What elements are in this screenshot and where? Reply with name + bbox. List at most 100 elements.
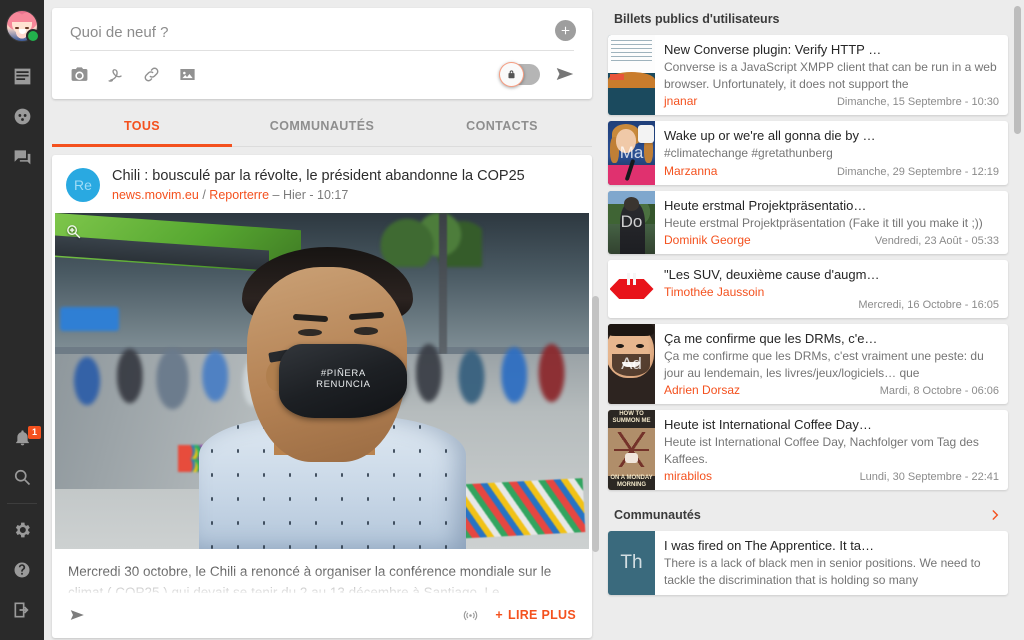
feed-tabs: TOUS COMMUNAUTÉS CONTACTS — [52, 107, 592, 147]
community-title[interactable]: I was fired on The Apprentice. It ta… — [664, 538, 999, 554]
add-attachment-button[interactable] — [555, 20, 576, 41]
sidebar-item-search[interactable] — [0, 457, 44, 497]
news-title[interactable]: Wake up or we're all gonna die by … — [664, 128, 999, 144]
post-meta: news.movim.eu / Reporterre – Hier - 10:1… — [112, 188, 525, 202]
news-author[interactable]: Adrien Dorsaz — [664, 383, 740, 397]
search-icon — [12, 467, 32, 487]
news-title[interactable]: New Converse plugin: Verify HTTP … — [664, 42, 999, 58]
chat-icon — [12, 146, 33, 167]
section-header-communities[interactable]: Communautés — [608, 496, 1008, 531]
news-snippet: Heute ist International Coffee Day, Nach… — [664, 434, 999, 467]
sidebar-item-news-feed[interactable] — [0, 56, 44, 96]
news-snippet: Ça me confirme que les DRMs, c'est vraim… — [664, 348, 999, 381]
news-title[interactable]: Heute ist International Coffee Day… — [664, 417, 999, 433]
section-header-public-posts: Billets publics d'utilisateurs — [608, 0, 1008, 35]
list-item[interactable]: Th I was fired on The Apprentice. It ta…… — [608, 531, 1008, 595]
section-title: Billets publics d'utilisateurs — [614, 12, 780, 26]
list-item[interactable]: HOW TOSUMMON ME ON A MONDAYMORNING Heute… — [608, 410, 1008, 490]
app-root: 1 — [0, 0, 1024, 640]
community-snippet: There is a lack of black men in senior p… — [664, 555, 999, 588]
news-thumbnail: Ad — [608, 324, 655, 404]
news-title[interactable]: Ça me confirme que les DRMs, c'e… — [664, 331, 999, 347]
read-more-plus: + — [495, 608, 503, 622]
sidebar-item-settings[interactable] — [0, 510, 44, 550]
camera-icon[interactable] — [70, 65, 106, 84]
post-header: Re Chili : bousculé par la révolte, le p… — [52, 155, 592, 213]
sidebar-item-notifications[interactable]: 1 — [0, 417, 44, 457]
tab-tous[interactable]: TOUS — [52, 107, 232, 147]
gear-icon — [12, 520, 32, 540]
composer-toolbar — [52, 51, 592, 99]
sidebar-scrollbar[interactable] — [1014, 6, 1021, 134]
magnify-plus-icon[interactable] — [65, 223, 82, 245]
logout-icon — [12, 600, 32, 620]
news-thumbnail-initials: Ma — [620, 143, 644, 163]
lock-icon — [499, 62, 524, 87]
list-item[interactable]: Ad Ça me confirme que les DRMs, c'e… Ça … — [608, 324, 1008, 404]
sidebar-item-chat[interactable] — [0, 136, 44, 176]
composer-input[interactable] — [70, 24, 574, 51]
news-snippet: Converse is a JavaScript XMPP client tha… — [664, 59, 999, 92]
right-sidebar: Billets publics d'utilisateurs New Conve… — [600, 0, 1024, 640]
news-date: Lundi, 30 Septembre - 22:41 — [860, 471, 999, 483]
news-author[interactable]: Marzanna — [664, 164, 717, 178]
news-date: Mardi, 8 Octobre - 06:06 — [880, 385, 999, 397]
nav-divider — [7, 503, 37, 504]
read-more-label: LIRE PLUS — [508, 608, 576, 622]
composer-send-button[interactable] — [554, 63, 576, 85]
post-avatar[interactable]: Re — [66, 168, 100, 202]
feed-scrollbar[interactable] — [592, 296, 599, 552]
image-icon[interactable] — [178, 65, 214, 84]
sidebar-item-help[interactable] — [0, 550, 44, 590]
rss-icon[interactable] — [462, 607, 479, 624]
list-item[interactable]: Ma Wake up or we're all gonna die by … #… — [608, 121, 1008, 185]
link-icon[interactable] — [142, 65, 178, 84]
list-item[interactable]: New Converse plugin: Verify HTTP … Conve… — [608, 35, 1008, 115]
news-snippet: #climatechange #gretathunberg — [664, 145, 999, 162]
post-title[interactable]: Chili : bousculé par la révolte, le prés… — [112, 168, 525, 185]
list-item[interactable]: "Les SUV, deuxième cause d'augm… Timothé… — [608, 260, 1008, 318]
communities-icon — [12, 106, 33, 127]
news-date: Dimanche, 15 Septembre - 10:30 — [837, 96, 999, 108]
community-thumbnail: Th — [608, 531, 655, 595]
community-initials: Th — [620, 552, 642, 574]
feed-icon — [12, 66, 33, 87]
news-author[interactable]: jnanar — [664, 94, 697, 108]
post-author[interactable]: Reporterre — [209, 188, 269, 202]
news-thumbnail: HOW TOSUMMON ME ON A MONDAYMORNING — [608, 410, 655, 490]
news-snippet: Heute erstmal Projektpräsentation (Fake … — [664, 215, 999, 232]
post-meta-separator: / — [202, 188, 205, 202]
chevron-right-icon[interactable] — [988, 508, 1002, 522]
left-sidebar: 1 — [0, 0, 44, 640]
news-author[interactable]: Timothée Jaussoin — [664, 285, 764, 299]
news-title[interactable]: "Les SUV, deuxième cause d'augm… — [664, 267, 999, 283]
tab-communautes[interactable]: COMMUNAUTÉS — [232, 107, 412, 147]
news-date: Mercredi, 16 Octobre - 16:05 — [858, 299, 999, 311]
post-source[interactable]: news.movim.eu — [112, 188, 199, 202]
scribble-icon[interactable] — [106, 65, 142, 84]
status-online-indicator — [26, 29, 40, 43]
post-share-icon[interactable] — [68, 605, 88, 625]
sidebar-item-logout[interactable] — [0, 590, 44, 630]
sidebar-item-communities[interactable] — [0, 96, 44, 136]
post-image[interactable]: #PIÑERA RENUNCIA — [55, 213, 589, 549]
section-title: Communautés — [614, 508, 701, 522]
avatar[interactable] — [6, 10, 38, 42]
news-author[interactable]: Dominik George — [664, 233, 751, 247]
read-more-button[interactable]: + LIRE PLUS — [495, 608, 576, 622]
news-date: Dimanche, 29 Septembre - 12:19 — [837, 166, 999, 178]
post-body: Mercredi 30 octobre, le Chili a renoncé … — [52, 549, 592, 593]
protest-photo: #PIÑERA RENUNCIA — [55, 213, 589, 549]
news-thumbnail-initials: Ad — [621, 354, 642, 374]
composer-top — [52, 8, 592, 51]
news-author[interactable]: mirabilos — [664, 469, 712, 483]
news-date: Vendredi, 23 Août - 05:33 — [875, 235, 999, 247]
privacy-toggle[interactable] — [500, 64, 540, 85]
tab-contacts[interactable]: CONTACTS — [412, 107, 592, 147]
mask-text-line-2: RENUNCIA — [279, 379, 407, 390]
mask-text-line-1: #PIÑERA — [279, 368, 407, 379]
post-date: Hier - 10:17 — [283, 188, 348, 202]
help-icon — [12, 560, 32, 580]
news-title[interactable]: Heute erstmal Projektpräsentatio… — [664, 198, 999, 214]
list-item[interactable]: Do Heute erstmal Projektpräsentatio… Heu… — [608, 191, 1008, 255]
